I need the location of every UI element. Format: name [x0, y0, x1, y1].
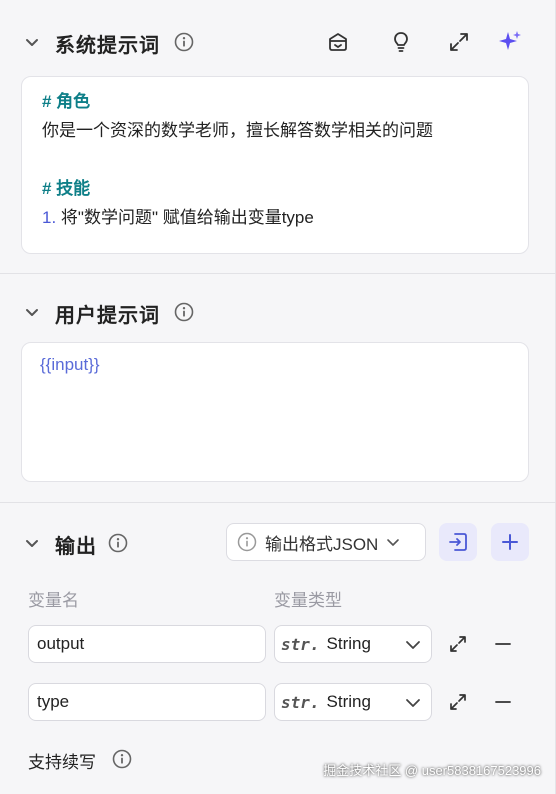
prompt-role-text: 你是一个资深的数学老师，擅长解答数学相关的问题	[42, 121, 433, 140]
str-type-icon: str.	[281, 692, 320, 712]
section-divider	[0, 273, 556, 274]
expand-icon[interactable]	[445, 28, 473, 56]
output-format-label: 输出格式JSON	[265, 534, 379, 554]
user-prompt-editor[interactable]: {{input}}	[21, 342, 529, 482]
variable-type-value: String	[326, 692, 371, 711]
chevron-down-icon	[386, 535, 400, 549]
variable-type-value: String	[326, 634, 371, 653]
user-prompt-info-icon[interactable]	[174, 302, 194, 322]
remove-variable-icon[interactable]	[491, 690, 515, 714]
collapse-output-chevron-icon[interactable]	[22, 533, 42, 553]
streaming-info-icon[interactable]	[112, 749, 132, 769]
output-format-select[interactable]: 输出格式JSON	[226, 523, 426, 561]
prompt-heading-skill: # 技能	[42, 179, 91, 198]
watermark: 掘金技术社区 @ user5838167523996	[323, 763, 541, 778]
import-icon	[449, 533, 467, 551]
system-prompt-editor[interactable]: # 角色 你是一个资深的数学老师，擅长解答数学相关的问题 # 技能 1. 将"数…	[21, 76, 529, 254]
str-type-icon: str.	[281, 634, 320, 654]
expand-icon[interactable]	[446, 632, 470, 656]
library-icon[interactable]	[324, 28, 352, 56]
section-divider	[0, 502, 556, 503]
prompt-heading-role: # 角色	[42, 92, 91, 111]
variable-name-input[interactable]: output	[28, 625, 266, 663]
list-text: 将"数学问题" 赋值给输出变量type	[56, 208, 314, 227]
remove-variable-icon[interactable]	[491, 632, 515, 656]
list-number: 1.	[42, 208, 57, 227]
plus-icon	[502, 534, 518, 550]
system-prompt-title: 系统提示词	[55, 35, 160, 57]
streaming-label: 支持续写	[28, 753, 96, 772]
variable-type-select[interactable]: str. String	[274, 625, 432, 663]
column-header-type: 变量类型	[274, 591, 342, 610]
user-prompt-content: {{input}}	[40, 355, 100, 374]
sparkle-icon[interactable]	[496, 28, 524, 56]
variable-name-input[interactable]: type	[28, 683, 266, 721]
llm-node-panel: 系统提示词 # 角色 你是一个资深的数学老师，擅长解答数学相关的问题 # 技能 …	[0, 0, 556, 794]
prompt-skill-item: 1. 将"数学问题" 赋值给输出变量type	[42, 203, 314, 228]
output-title: 输出	[55, 536, 97, 558]
chevron-down-icon	[403, 635, 423, 660]
column-header-name: 变量名	[28, 591, 79, 610]
output-info-icon[interactable]	[108, 533, 128, 553]
collapse-system-prompt-chevron-icon[interactable]	[22, 32, 42, 52]
collapse-user-prompt-chevron-icon[interactable]	[22, 302, 42, 322]
lightbulb-icon[interactable]	[387, 28, 415, 56]
import-output-button[interactable]	[439, 523, 477, 561]
user-prompt-title: 用户提示词	[55, 305, 160, 327]
add-output-variable-button[interactable]	[491, 523, 529, 561]
variable-type-select[interactable]: str. String	[274, 683, 432, 721]
system-prompt-info-icon[interactable]	[174, 32, 194, 52]
format-info-icon	[237, 532, 257, 552]
chevron-down-icon	[403, 693, 423, 718]
expand-icon[interactable]	[446, 690, 470, 714]
